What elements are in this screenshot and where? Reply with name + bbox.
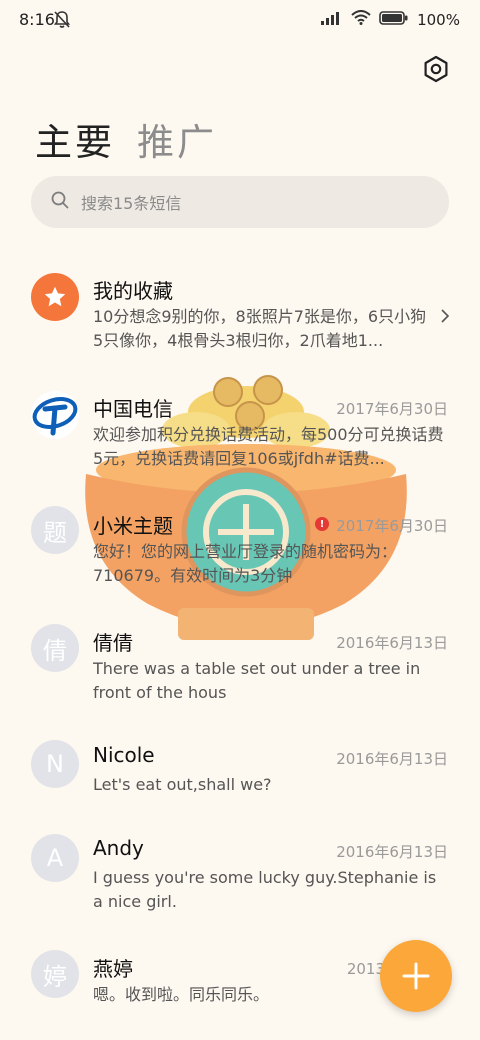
search-input[interactable]: 搜索15条短信 xyxy=(31,176,449,228)
message-date: 2016年6月13日 xyxy=(336,843,448,861)
list-item[interactable]: N Nicole 2016年6月13日 Let's eat out,shall … xyxy=(0,734,480,828)
status-time: 8:16 xyxy=(19,10,55,29)
search-placeholder: 搜索15条短信 xyxy=(81,194,182,213)
avatar: 题 xyxy=(31,506,79,554)
contact-name: 倩倩 xyxy=(93,631,133,655)
message-date: 2016年6月13日 xyxy=(336,634,448,652)
avatar: 倩 xyxy=(31,624,79,672)
contact-name: 中国电信 xyxy=(93,397,173,421)
star-icon xyxy=(31,273,79,321)
avatar: 婷 xyxy=(31,950,79,998)
chevron-right-icon xyxy=(440,308,450,328)
message-date: 2017年6月30日 xyxy=(336,400,448,418)
status-bar: 8:16 100% xyxy=(0,0,480,40)
bell-muted-icon xyxy=(53,11,71,33)
tab-main[interactable]: 主要 xyxy=(35,112,115,166)
message-preview: Let's eat out,shall we? xyxy=(93,775,272,794)
battery-level: 100% xyxy=(417,10,460,29)
message-preview: 欢迎参加积分兑换话费活动，每500分可兑换话费5元，兑换话费请回复106或jfd… xyxy=(93,425,444,468)
tab-promotions[interactable]: 推广 xyxy=(137,112,217,166)
status-icons: 100% xyxy=(321,10,460,29)
battery-icon xyxy=(379,10,409,29)
signal-icon xyxy=(321,11,343,29)
message-preview: 您好！您的网上营业厅登录的随机密码为：710679。有效时间为3分钟 xyxy=(93,542,398,585)
list-item[interactable]: 题 小米主题 ! 2017年6月30日 您好！您的网上营业厅登录的随机密码为：7… xyxy=(0,498,480,608)
list-item[interactable]: 我的收藏 10分想念9别的你，8张照片7张是你，6只小狗5只像你，4根骨头3根归… xyxy=(0,262,480,372)
contact-name: 我的收藏 xyxy=(93,279,173,303)
hexagon-gear-icon xyxy=(424,55,448,83)
list-item[interactable]: A Andy 2016年6月13日 I guess you're some lu… xyxy=(0,828,480,938)
avatar: N xyxy=(31,740,79,788)
plus-icon xyxy=(402,962,430,990)
alert-icon: ! xyxy=(315,517,329,531)
settings-button[interactable] xyxy=(422,55,450,83)
message-date: 2017年6月30日 xyxy=(336,517,448,535)
contact-name: 小米主题 xyxy=(93,514,173,538)
wifi-icon xyxy=(351,10,371,29)
compose-button[interactable] xyxy=(380,940,452,1012)
contact-name: Nicole xyxy=(93,743,155,767)
tab-bar: 主要 推广 xyxy=(35,112,217,166)
contact-name: Andy xyxy=(93,836,144,860)
search-icon xyxy=(51,191,69,213)
list-item[interactable]: 中国电信 2017年6月30日 欢迎参加积分兑换话费活动，每500分可兑换话费5… xyxy=(0,380,480,490)
message-preview: There was a table set out under a tree i… xyxy=(93,659,421,702)
message-preview: 10分想念9别的你，8张照片7张是你，6只小狗5只像你，4根骨头3根归你，2爪着… xyxy=(93,307,427,350)
avatar: A xyxy=(31,834,79,882)
list-item[interactable]: 倩 倩倩 2016年6月13日 There was a table set ou… xyxy=(0,616,480,726)
china-telecom-logo xyxy=(31,391,79,439)
contact-name: 燕婷 xyxy=(93,957,133,981)
message-preview: I guess you're some lucky guy.Stephanie … xyxy=(93,868,437,911)
message-date: 2016年6月13日 xyxy=(336,750,448,768)
